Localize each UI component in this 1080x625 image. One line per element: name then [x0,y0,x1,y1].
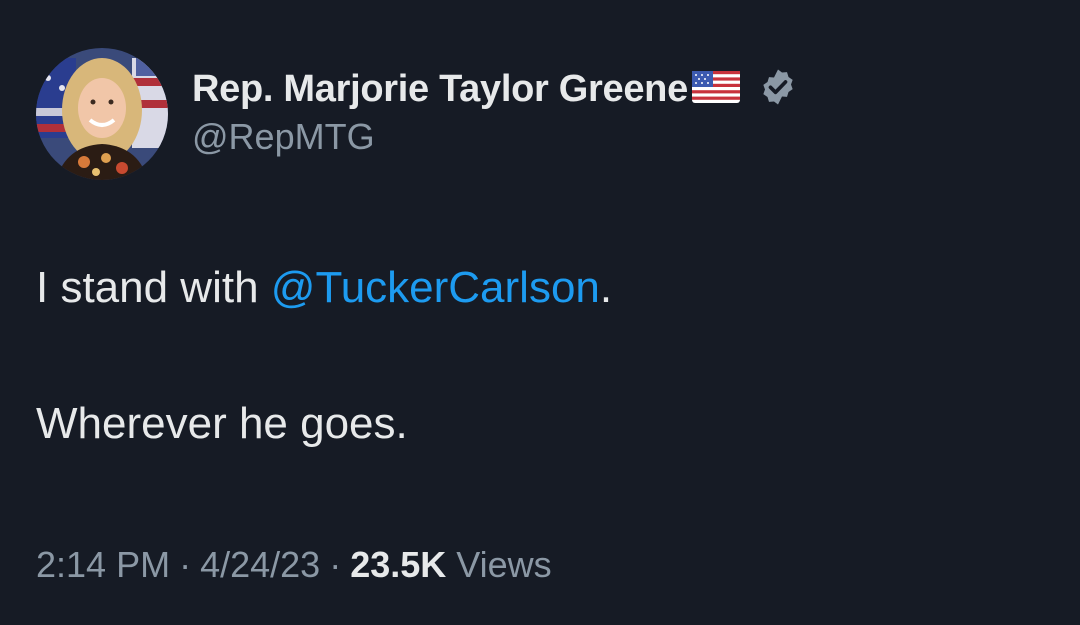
verified-badge-icon[interactable] [758,67,798,112]
tweet-meta: 2:14 PM · 4/24/23 · 23.5K Views [36,544,552,586]
author-identity: Rep. Marjorie Taylor Greene @RepMTG [192,68,798,158]
tweet-card: Rep. Marjorie Taylor Greene @RepMTG I st… [0,0,1080,625]
us-flag-icon [691,70,740,108]
tweet-date[interactable]: 4/24/23 [200,544,320,585]
author-handle[interactable]: @RepMTG [192,116,798,158]
author-display-name[interactable]: Rep. Marjorie Taylor Greene [192,68,688,111]
avatar[interactable] [36,48,168,180]
name-row: Rep. Marjorie Taylor Greene [192,68,798,110]
mention-link[interactable]: @TuckerCarlson [271,263,600,312]
tweet-line-2: Wherever he goes. [36,399,408,448]
meta-separator: · [329,544,342,585]
tweet-text-prefix: I stand with [36,263,271,312]
tweet-text-suffix: . [599,263,613,312]
tweet-time[interactable]: 2:14 PM [36,544,170,585]
profile-photo [36,48,168,180]
views-label: Views [456,544,552,585]
tweet-text: I stand with @TuckerCarlson. Wherever he… [36,262,612,450]
tweet-header: Rep. Marjorie Taylor Greene @RepMTG [36,48,798,180]
views-count[interactable]: 23.5K [350,544,446,585]
meta-separator: · [179,544,192,585]
tweet-line-1: I stand with @TuckerCarlson. [36,262,612,314]
